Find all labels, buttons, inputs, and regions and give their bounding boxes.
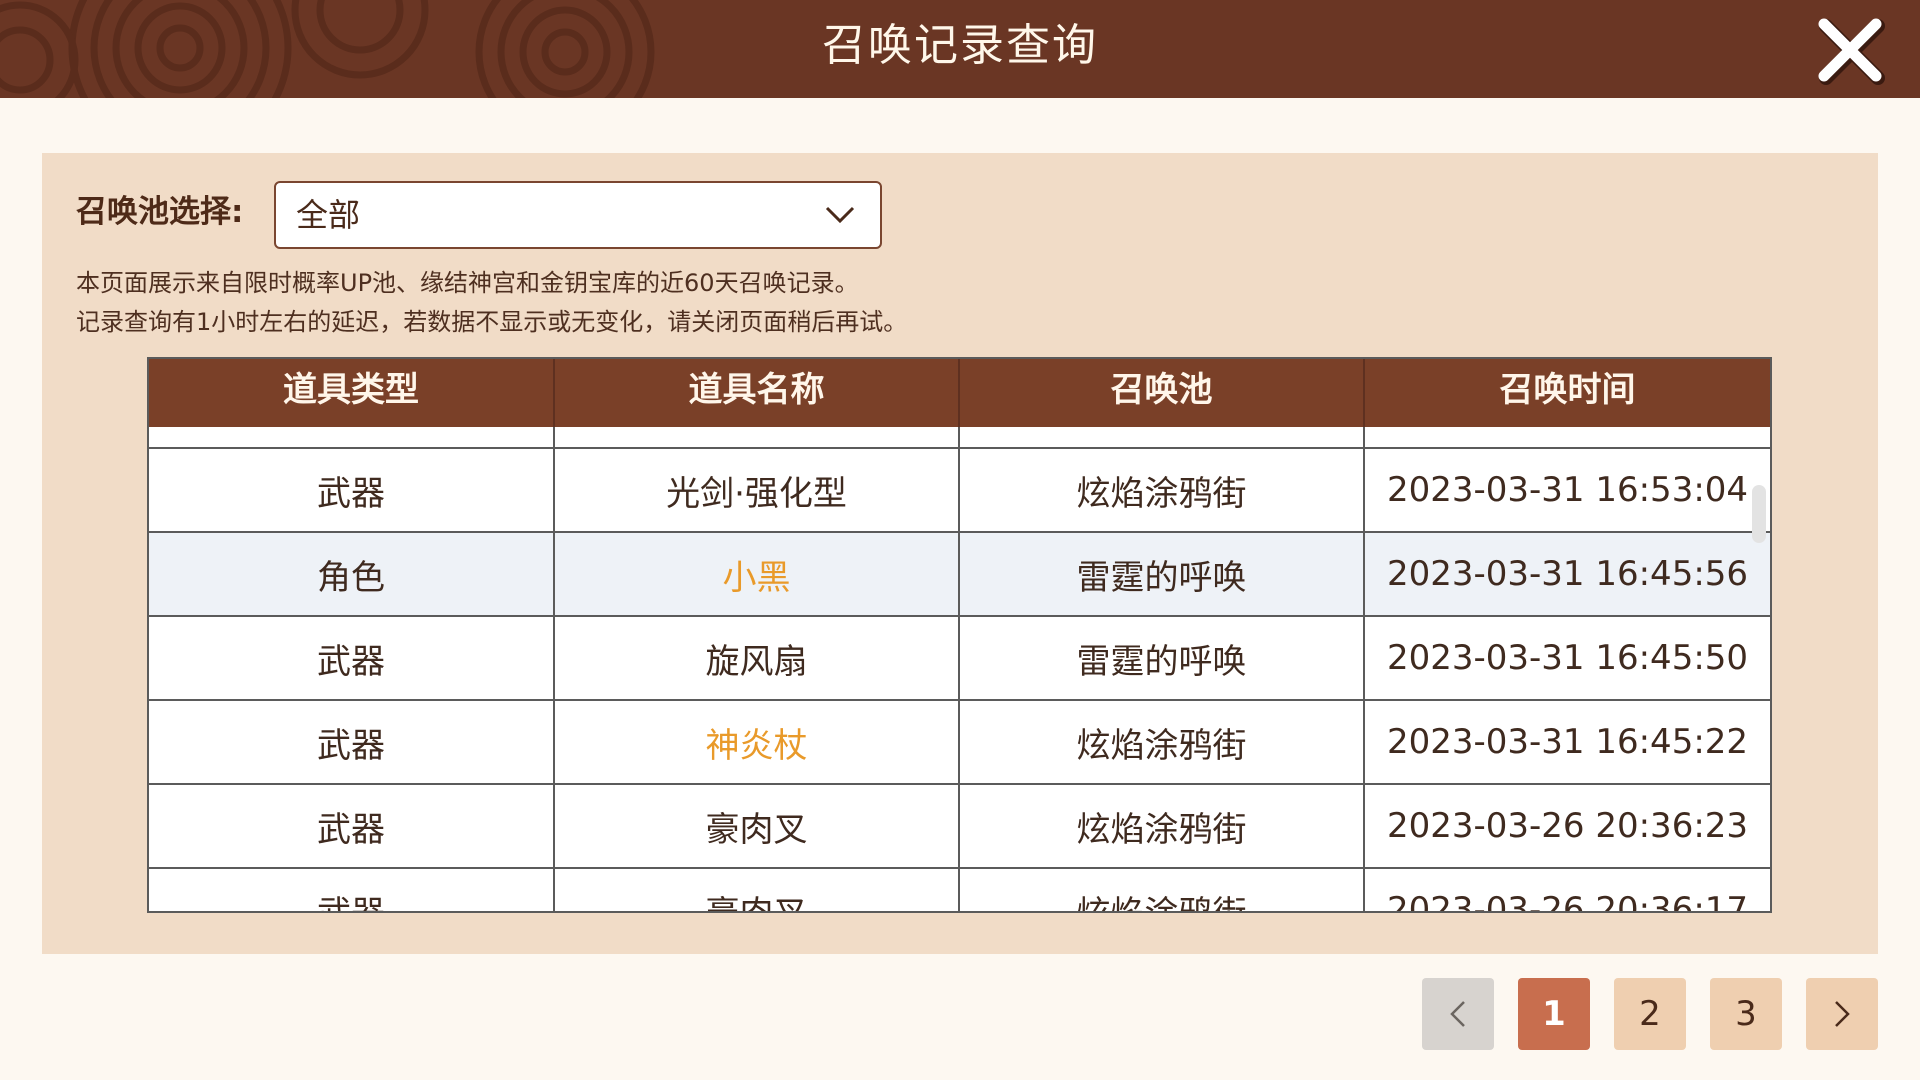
cell-pool: 炫焰涂鸦街 — [960, 785, 1365, 867]
notice-line-1: 本页面展示来自限时概率UP池、缘结神宫和金钥宝库的近60天召唤记录。 — [76, 269, 859, 297]
table-row-partial — [149, 427, 1770, 449]
scrollbar-thumb[interactable] — [1752, 485, 1766, 543]
cell-item-name: 旋风扇 — [555, 617, 960, 699]
close-button[interactable] — [1814, 14, 1886, 86]
table-header: 道具类型 道具名称 召唤池 召唤时间 — [149, 359, 1770, 427]
next-page-button[interactable] — [1806, 978, 1878, 1050]
prev-page-button[interactable] — [1422, 978, 1494, 1050]
cell-item-name: 豪肉叉 — [555, 785, 960, 867]
chevron-left-icon — [1450, 1001, 1465, 1027]
cell-item-type: 武器 — [149, 449, 555, 531]
header-item-name: 道具名称 — [555, 359, 960, 427]
cell-time: 2023-03-31 16:45:22 — [1386, 722, 1749, 762]
cell-item-type: 武器 — [149, 701, 555, 783]
page-button-1[interactable]: 1 — [1518, 978, 1590, 1050]
cell-pool: 炫焰涂鸦街 — [960, 449, 1365, 531]
table-row[interactable]: 武器 豪肉叉 炫焰涂鸦街 2023-03-26 20:36:23 — [149, 785, 1770, 869]
table-row[interactable]: 角色 小黑 雷霆的呼唤 2023-03-31 16:45:56 — [149, 533, 1770, 617]
cell-item-name: 光剑·强化型 — [555, 449, 960, 531]
table-row[interactable]: 武器豪肉叉炫焰涂鸦街 2023-03-26 20:36:17 — [149, 869, 1770, 913]
cell-time: 2023-03-31 16:53:04 — [1386, 470, 1749, 510]
header-item-type: 道具类型 — [149, 359, 555, 427]
cell-item-name: 神炎杖 — [555, 701, 960, 783]
record-panel: 召唤池选择: 全部 本页面展示来自限时概率UP池、缘结神宫和金钥宝库的近60天召… — [42, 153, 1878, 954]
cell-pool: 雷霆的呼唤 — [960, 533, 1365, 615]
cell-pool: 雷霆的呼唤 — [960, 617, 1365, 699]
table-row[interactable]: 武器 神炎杖 炫焰涂鸦街 2023-03-31 16:45:22 — [149, 701, 1770, 785]
cell-item-name: 豪肉叉 — [555, 869, 960, 911]
cell-empty — [555, 427, 960, 447]
cell-empty — [960, 427, 1365, 447]
cell-time: 2023-03-31 16:45:56 — [1386, 554, 1749, 594]
cell-pool: 炫焰涂鸦街 — [960, 869, 1365, 911]
cell-time: 2023-03-31 16:45:50 — [1386, 638, 1749, 678]
header-pool: 召唤池 — [960, 359, 1365, 427]
cell-pool: 炫焰涂鸦街 — [960, 701, 1365, 783]
cell-empty — [1365, 427, 1770, 447]
chevron-down-icon — [825, 206, 855, 224]
pool-select[interactable]: 全部 — [274, 181, 882, 249]
table-body: 武器 光剑·强化型 炫焰涂鸦街 2023-03-31 16:53:04 角色 小黑 雷霆的呼… — [149, 427, 1770, 913]
cell-time: 2023-03-26 20:36:23 — [1386, 806, 1749, 846]
table-row[interactable]: 武器 旋风扇 雷霆的呼唤 2023-03-31 16:45:50 — [149, 617, 1770, 701]
cell-item-type: 武器 — [149, 617, 555, 699]
record-table[interactable]: 道具类型 道具名称 召唤池 召唤时间 武器 光剑·强化型 炫焰涂鸦街 2023-03-… — [147, 357, 1772, 913]
chevron-right-icon — [1835, 1001, 1850, 1027]
pool-select-value: 全部 — [296, 196, 361, 234]
close-icon — [1818, 18, 1885, 85]
notice-line-2: 记录查询有1小时左右的延迟，若数据不显示或无变化，请关闭页面稍后再试。 — [76, 308, 908, 336]
cell-item-type: 武器 — [149, 869, 555, 911]
header-time: 召唤时间 — [1499, 370, 1636, 410]
header-bar: 召唤记录查询 — [0, 0, 1920, 98]
pool-filter-label: 召唤池选择: — [76, 194, 244, 230]
page-title: 召唤记录查询 — [822, 20, 1098, 71]
page-button-3[interactable]: 3 — [1710, 978, 1782, 1050]
cell-time: 2023-03-26 20:36:17 — [1386, 890, 1749, 913]
cell-item-name: 小黑 — [555, 533, 960, 615]
cell-empty — [149, 427, 555, 447]
cell-item-type: 武器 — [149, 785, 555, 867]
cell-item-type: 角色 — [149, 533, 555, 615]
page-button-2[interactable]: 2 — [1614, 978, 1686, 1050]
table-row[interactable]: 武器 光剑·强化型 炫焰涂鸦街 2023-03-31 16:53:04 — [149, 449, 1770, 533]
